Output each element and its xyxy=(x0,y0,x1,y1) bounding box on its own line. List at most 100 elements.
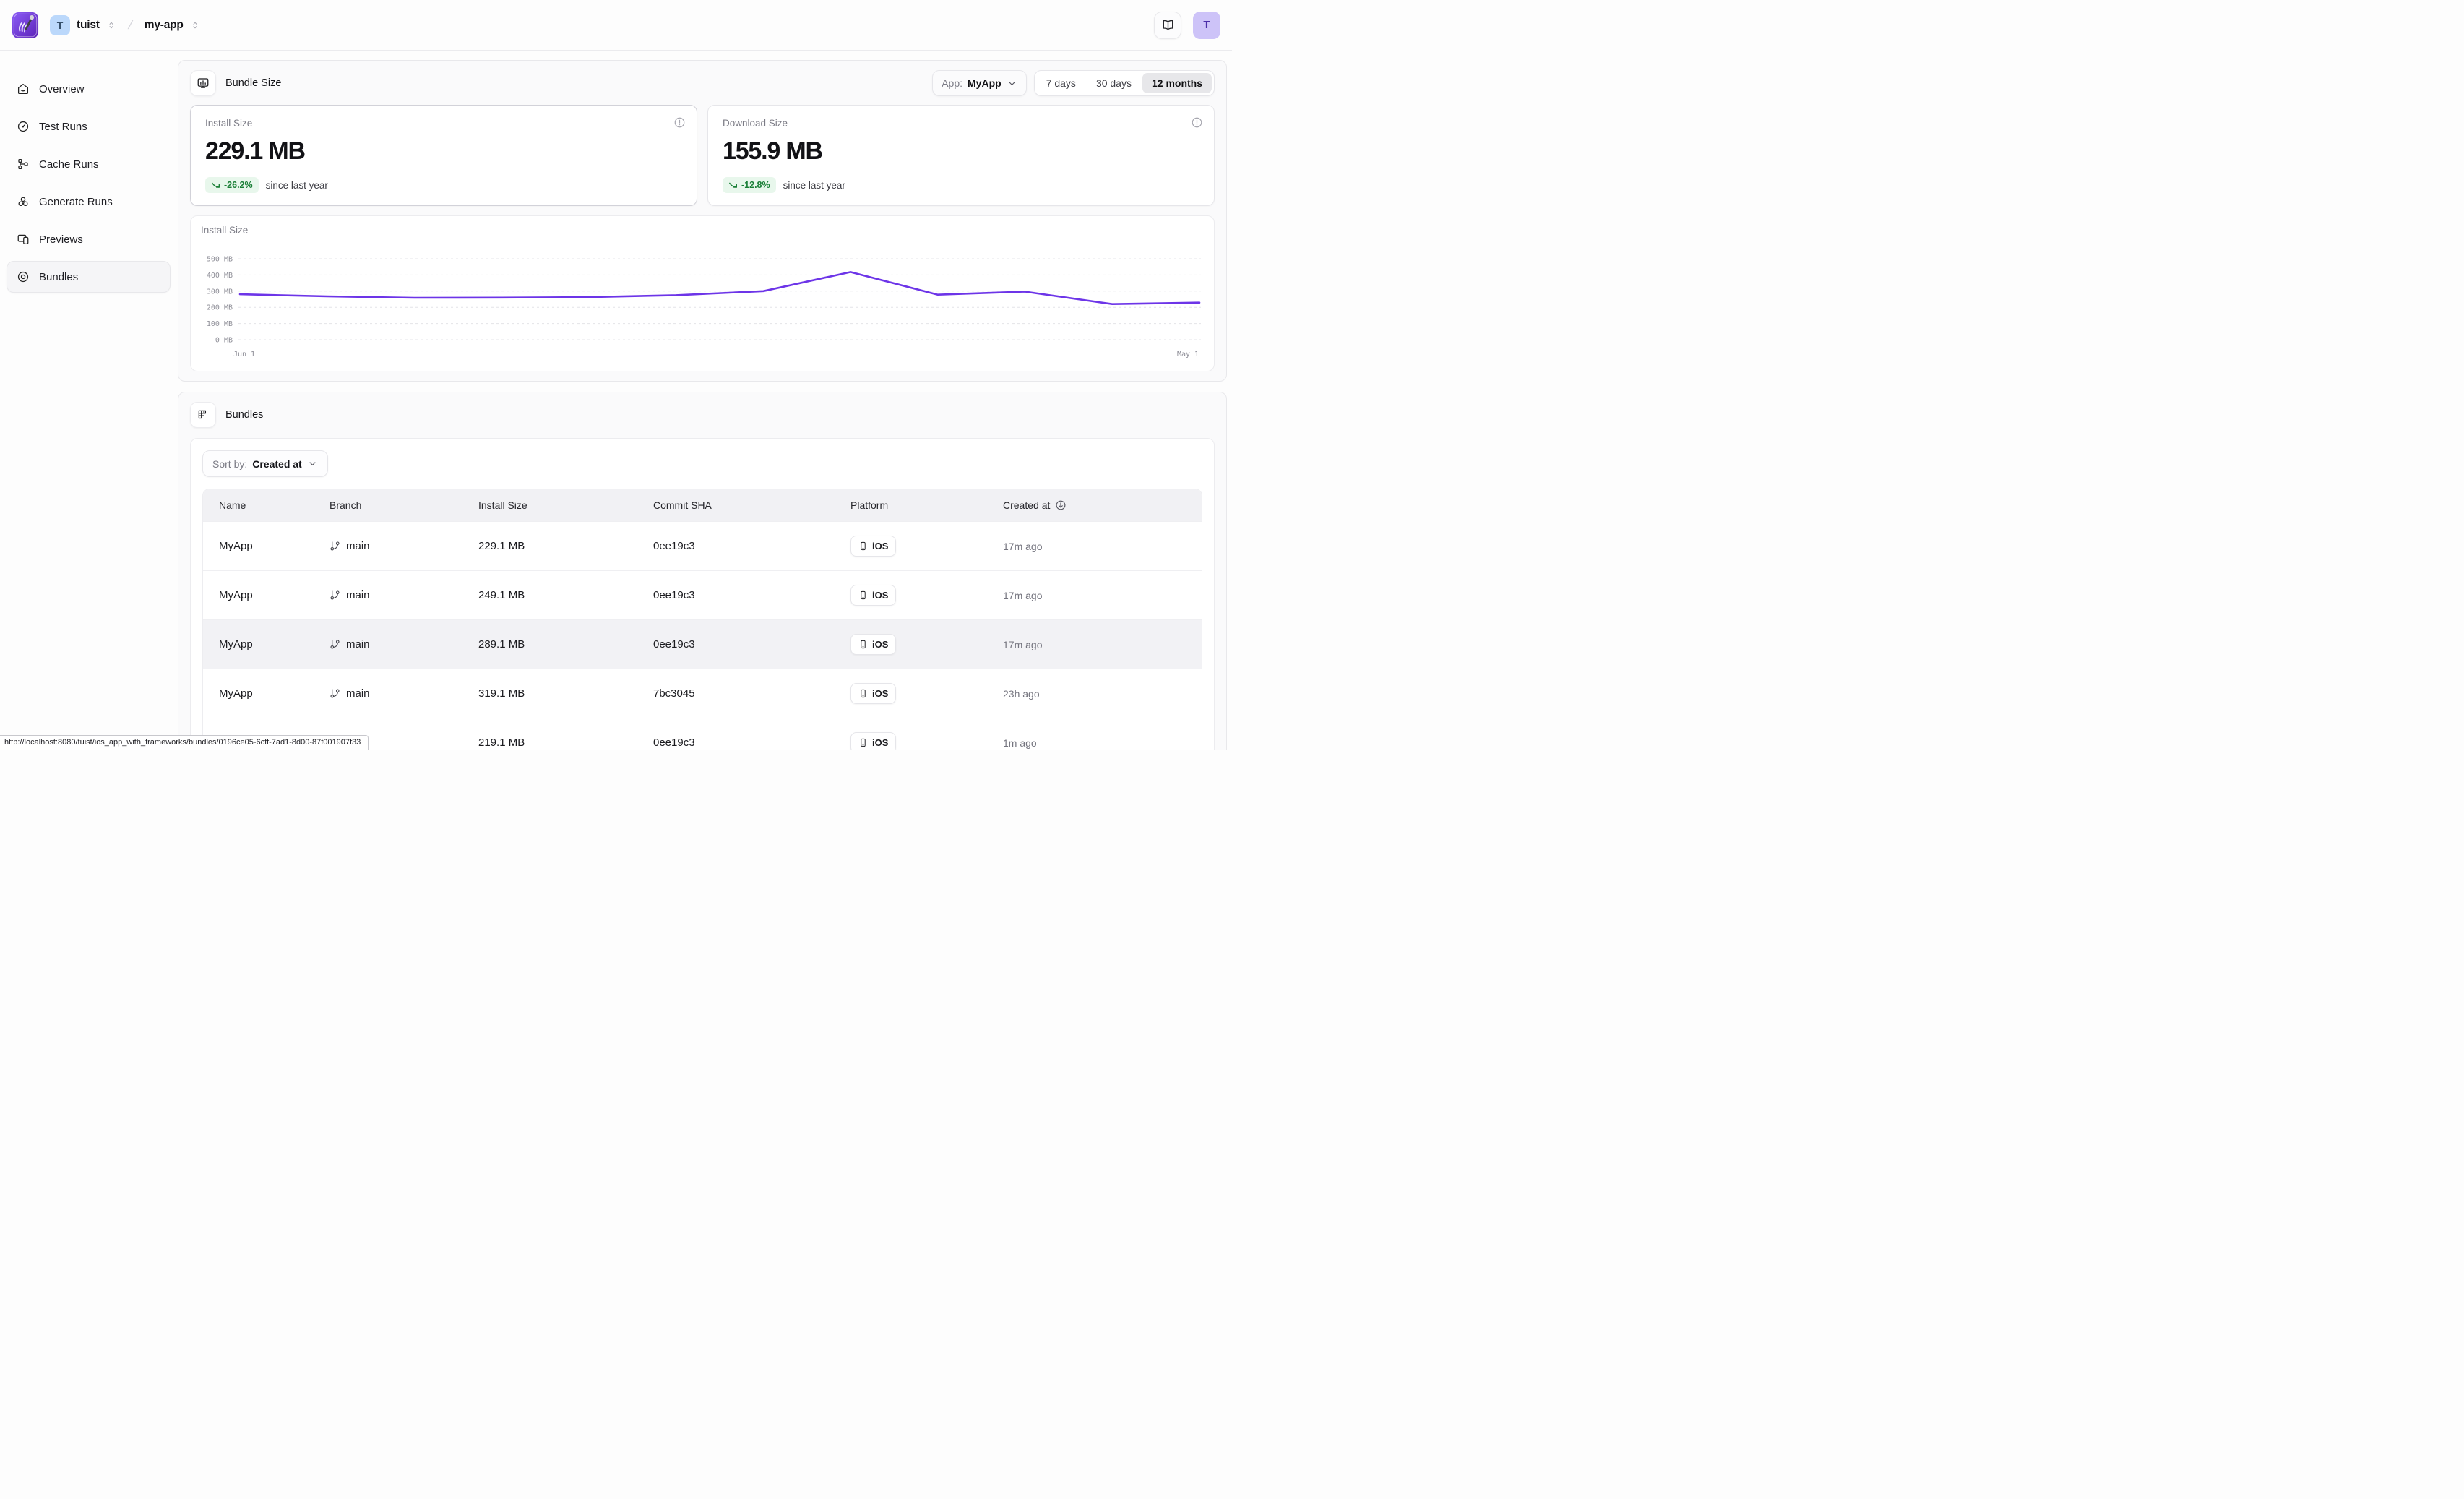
sidebar-item-cache-runs[interactable]: Cache Runs xyxy=(7,148,171,180)
column-header-label: Platform xyxy=(850,499,888,511)
bundles-table: Name Branch Install Size Commit SHAPlatform… xyxy=(202,489,1202,750)
project-name[interactable]: my-app xyxy=(145,19,184,32)
smartphone-icon xyxy=(858,640,868,649)
bundles-section: Bundles Sort by: Created at Name Branch In… xyxy=(178,392,1227,750)
org-switcher-chevrons-icon[interactable] xyxy=(106,20,116,30)
smartphone-icon xyxy=(858,689,868,698)
table-row[interactable]: MyAppmain229.1 MB0ee19c3iOS17m ago xyxy=(203,521,1202,570)
chart-ytick-label: 100 MB xyxy=(207,320,233,328)
app-selector-label: App: xyxy=(942,77,962,89)
smartphone-icon xyxy=(858,541,868,551)
monitor-chart-icon xyxy=(197,77,210,90)
column-header-created-at[interactable]: Created at xyxy=(1003,499,1202,511)
org-name[interactable]: tuist xyxy=(77,19,100,32)
cell-install-size: 289.1 MB xyxy=(478,638,653,650)
info-icon[interactable] xyxy=(673,116,686,129)
stat-footer: -12.8% since last year xyxy=(723,177,1199,193)
range-tab-7-days[interactable]: 7 days xyxy=(1037,73,1085,93)
bundles-section-button[interactable] xyxy=(190,402,216,428)
platform-badge: iOS xyxy=(850,536,896,557)
project-switcher-chevrons-icon[interactable] xyxy=(190,20,200,30)
cell-name: MyApp xyxy=(203,638,329,650)
platform-badge: iOS xyxy=(850,683,896,704)
cell-created-at: 17m ago xyxy=(1003,639,1202,650)
cell-install-size: 219.1 MB xyxy=(478,736,653,749)
sort-by-label: Sort by: xyxy=(212,458,247,470)
grid-icon xyxy=(197,408,210,421)
column-header-name[interactable]: Name xyxy=(203,499,329,511)
breadcrumb: T tuist / my-app xyxy=(50,15,200,35)
download-size-card[interactable]: Download Size 155.9 MB -12.8% since last… xyxy=(707,105,1215,206)
sidebar-item-label: Test Runs xyxy=(39,121,87,133)
cell-branch: main xyxy=(329,540,478,552)
table-row[interactable]: MyAppmain289.1 MB0ee19c3iOS17m ago xyxy=(203,619,1202,669)
chart-ytick-label: 400 MB xyxy=(207,272,233,280)
sidebar-item-bundles[interactable]: Bundles xyxy=(7,261,171,293)
sidebar-item-previews[interactable]: Previews xyxy=(7,223,171,255)
stat-caption: since last year xyxy=(266,180,328,191)
circles-icon xyxy=(17,195,30,208)
chevron-down-icon xyxy=(307,458,318,469)
smartphone-icon xyxy=(858,590,868,600)
column-header-label: Install Size xyxy=(478,499,527,511)
stat-footer: -26.2% since last year xyxy=(205,177,682,193)
section-title: Bundle Size xyxy=(225,77,281,89)
sidebar-item-test-runs[interactable]: Test Runs xyxy=(7,111,171,142)
column-header-install-size[interactable]: Install Size xyxy=(478,499,653,511)
bundles-header: Bundles xyxy=(190,402,1215,428)
install-size-chart-card: Install Size 0 MB100 MB200 MB300 MB400 M… xyxy=(190,215,1215,371)
cell-name: MyApp xyxy=(203,589,329,601)
chart-xtick-label: May 1 xyxy=(1177,351,1199,358)
cell-commit-sha: 0ee19c3 xyxy=(653,589,850,601)
stat-label: Install Size xyxy=(205,118,682,129)
app-selector-value: MyApp xyxy=(968,77,1001,89)
sort-down-circle-icon[interactable] xyxy=(1055,499,1067,511)
app-selector[interactable]: App: MyApp xyxy=(932,70,1026,96)
cell-created-at: 17m ago xyxy=(1003,590,1202,601)
stat-value: 155.9 MB xyxy=(723,137,1199,166)
bundles-table-header: Name Branch Install Size Commit SHAPlatform… xyxy=(203,489,1202,521)
cell-platform: iOS xyxy=(850,634,1003,655)
column-header-platform[interactable]: Platform xyxy=(850,499,1003,511)
tuist-logo[interactable] xyxy=(12,12,39,39)
range-tab-12-months[interactable]: 12 months xyxy=(1142,73,1212,93)
platform-badge: iOS xyxy=(850,634,896,655)
platform-badge: iOS xyxy=(850,585,896,606)
chart-xtick-label: Jun 1 xyxy=(233,351,255,358)
info-icon[interactable] xyxy=(1191,116,1203,129)
cell-name: MyApp xyxy=(203,540,329,552)
install-size-chart: 0 MB100 MB200 MB300 MB400 MB500 MBJun 1M… xyxy=(201,237,1204,366)
cell-platform: iOS xyxy=(850,683,1003,704)
delta-badge: -12.8% xyxy=(723,177,776,193)
bundles-table-body: MyAppmain229.1 MB0ee19c3iOS17m agoMyAppm… xyxy=(203,521,1202,750)
sidebar-item-label: Previews xyxy=(39,233,83,246)
cell-created-at: 1m ago xyxy=(1003,737,1202,749)
delta-badge: -26.2% xyxy=(205,177,259,193)
cell-install-size: 249.1 MB xyxy=(478,589,653,601)
column-header-label: Name xyxy=(219,499,246,511)
column-header-commit-sha[interactable]: Commit SHA xyxy=(653,499,850,511)
gauge-icon xyxy=(17,120,30,133)
cell-install-size: 229.1 MB xyxy=(478,540,653,552)
table-row[interactable]: MyAppmain249.1 MB0ee19c3iOS17m ago xyxy=(203,570,1202,619)
cell-platform: iOS xyxy=(850,536,1003,557)
stat-cards-row: Install Size 229.1 MB -26.2% since last … xyxy=(190,105,1215,206)
docs-button[interactable] xyxy=(1154,12,1181,39)
column-header-label: Branch xyxy=(329,499,361,511)
user-avatar[interactable]: T xyxy=(1193,12,1220,39)
bundle-size-controls: App: MyApp 7 days30 days12 months xyxy=(932,70,1215,96)
column-header-branch[interactable]: Branch xyxy=(329,499,478,511)
chart-ytick-label: 0 MB xyxy=(215,337,233,345)
install-size-card[interactable]: Install Size 229.1 MB -26.2% since last … xyxy=(190,105,697,206)
cell-platform: iOS xyxy=(850,585,1003,606)
sidebar-item-label: Overview xyxy=(39,83,85,95)
sort-by-dropdown[interactable]: Sort by: Created at xyxy=(202,450,328,477)
stat-label: Download Size xyxy=(723,118,1199,129)
range-tab-30-days[interactable]: 30 days xyxy=(1087,73,1141,93)
bundle-size-section-button[interactable] xyxy=(190,70,216,96)
sidebar-item-generate-runs[interactable]: Generate Runs xyxy=(7,186,171,218)
table-row[interactable]: MyAppmain319.1 MB7bc3045iOS23h ago xyxy=(203,669,1202,718)
sidebar-item-overview[interactable]: Overview xyxy=(7,73,171,105)
navbar-actions: T xyxy=(1154,12,1220,39)
workflow-icon xyxy=(17,158,30,171)
